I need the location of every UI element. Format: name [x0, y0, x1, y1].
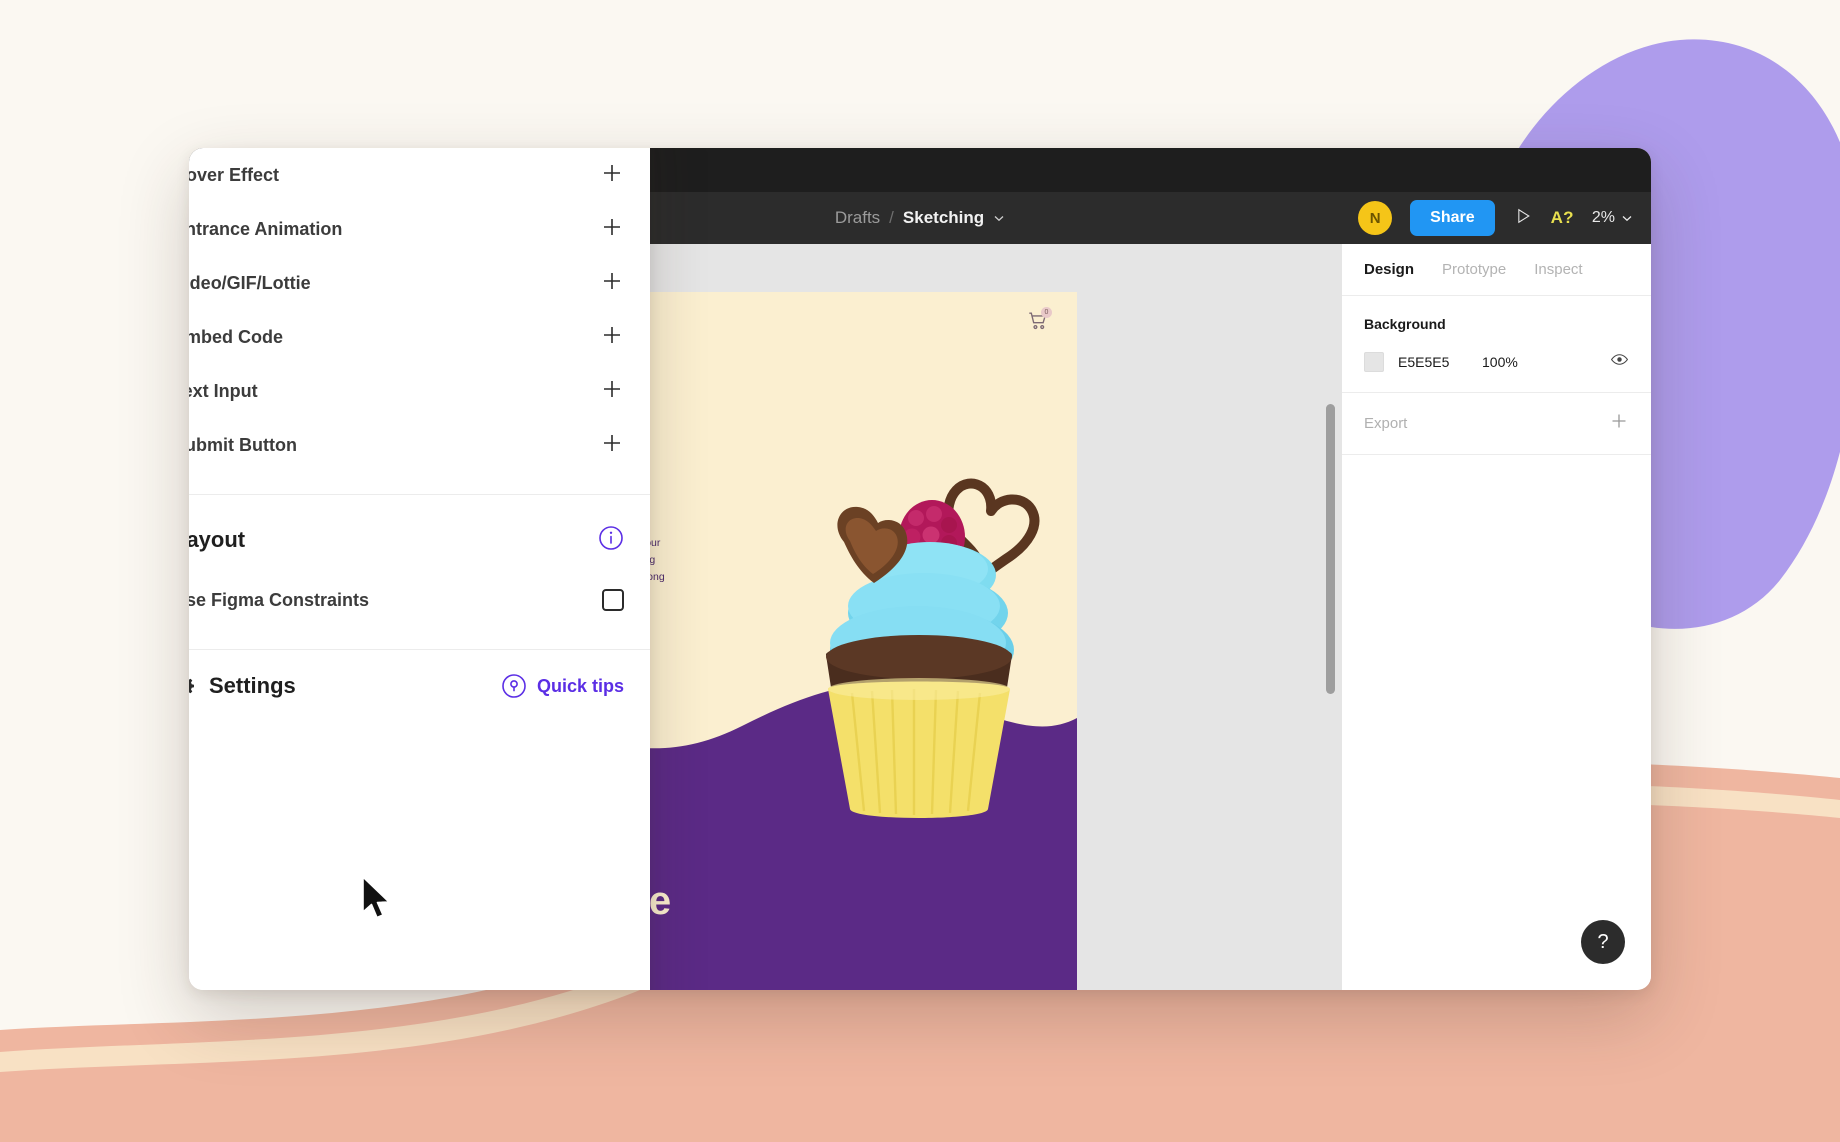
- breadcrumb-separator: /: [889, 208, 894, 227]
- design-panel: Design Prototype Inspect Background E5E5…: [1341, 244, 1651, 990]
- background-heading: Background: [1364, 316, 1446, 332]
- layer-label: Hover Effect: [189, 164, 280, 185]
- layer-row-video-gif-lottie[interactable]: Video/GIF/Lottie: [189, 256, 624, 310]
- background-color-swatch[interactable]: [1364, 352, 1384, 372]
- panel-tabs: Design Prototype Inspect: [1342, 244, 1651, 296]
- lightbulb-icon: [501, 673, 527, 699]
- plus-icon[interactable]: [600, 323, 624, 352]
- layout-header: Layout: [189, 511, 624, 569]
- tab-prototype[interactable]: Prototype: [1442, 261, 1506, 278]
- help-button[interactable]: ?: [1581, 920, 1625, 964]
- cart-badge: 0: [1041, 307, 1052, 318]
- plus-icon[interactable]: [600, 215, 624, 244]
- play-icon[interactable]: [1513, 206, 1533, 231]
- smart-layers-section: Smart Layers Hover Effect: [189, 148, 650, 494]
- export-label: Export: [1364, 415, 1408, 432]
- layer-row-text-input[interactable]: Text Input: [189, 364, 624, 418]
- avatar[interactable]: N: [1358, 201, 1393, 235]
- toolbar-right-actions: N Share A? 2%: [1358, 200, 1651, 236]
- plus-icon[interactable]: [600, 431, 624, 460]
- cupcake-illustration: [826, 478, 1040, 818]
- plus-icon[interactable]: [1609, 411, 1629, 436]
- mouse-cursor: [362, 876, 390, 919]
- layer-label: Entrance Animation: [189, 218, 343, 239]
- layout-section: Layout Use Figma Constraints: [189, 495, 650, 649]
- plus-icon[interactable]: [600, 269, 624, 298]
- layer-label: Video/GIF/Lottie: [189, 272, 311, 293]
- settings-row[interactable]: Settings Quick tips: [189, 650, 624, 722]
- layer-row-submit-button[interactable]: Submit Button: [189, 418, 624, 472]
- info-icon[interactable]: [598, 525, 624, 556]
- shopping-cart-icon[interactable]: 0: [1027, 307, 1052, 337]
- breadcrumb-project[interactable]: Drafts: [835, 208, 880, 228]
- plugin-scroll-area: Smart Layers Hover Effect: [189, 148, 650, 990]
- layer-row-entrance-animation[interactable]: Entrance Animation: [189, 202, 624, 256]
- canvas-vertical-scrollbar[interactable]: [1326, 404, 1335, 694]
- use-figma-constraints-checkbox[interactable]: [602, 589, 624, 611]
- settings-section: Settings Quick tips: [189, 650, 650, 722]
- use-figma-constraints-row[interactable]: Use Figma Constraints: [189, 569, 624, 631]
- share-button[interactable]: Share: [1410, 200, 1495, 236]
- layer-label: Text Input: [189, 380, 258, 401]
- zoom-control[interactable]: 2%: [1592, 209, 1633, 227]
- breadcrumb-file[interactable]: Sketching: [903, 208, 984, 228]
- background-hex-value[interactable]: E5E5E5: [1398, 354, 1482, 370]
- background-opacity-value[interactable]: 100%: [1482, 354, 1518, 370]
- background-section: Background E5E5E5 100%: [1342, 296, 1651, 393]
- layer-label: Embed Code: [189, 326, 284, 347]
- quick-tips-button[interactable]: Quick tips: [501, 673, 624, 699]
- settings-title: Settings: [209, 673, 296, 698]
- gear-icon[interactable]: [189, 674, 197, 698]
- zoom-chevron-down-icon: [1622, 216, 1632, 222]
- layout-title: Layout: [189, 527, 246, 552]
- breadcrumb-chevron-down-icon[interactable]: [993, 212, 1005, 224]
- plugin-panel: Smart Layers Hover Effect: [189, 148, 650, 990]
- accessibility-badge[interactable]: A?: [1551, 208, 1574, 228]
- export-section: Export: [1342, 393, 1651, 455]
- zoom-level-label: 2%: [1591, 209, 1615, 226]
- layer-label: Submit Button: [189, 434, 297, 455]
- layer-row-embed-code[interactable]: Embed Code: [189, 310, 624, 364]
- tab-design[interactable]: Design: [1364, 261, 1414, 278]
- figma-application-window: Drafts / Sketching N Share A? 2% 0 our a…: [189, 148, 1651, 990]
- background-row: E5E5E5 100%: [1364, 350, 1629, 374]
- plus-icon[interactable]: [600, 377, 624, 406]
- use-figma-constraints-label: Use Figma Constraints: [189, 589, 370, 610]
- quick-tips-label: Quick tips: [536, 675, 624, 696]
- plus-icon[interactable]: [600, 161, 624, 190]
- eye-icon[interactable]: [1610, 350, 1629, 374]
- tab-inspect[interactable]: Inspect: [1534, 261, 1582, 278]
- layer-row-hover-effect[interactable]: Hover Effect: [189, 148, 624, 202]
